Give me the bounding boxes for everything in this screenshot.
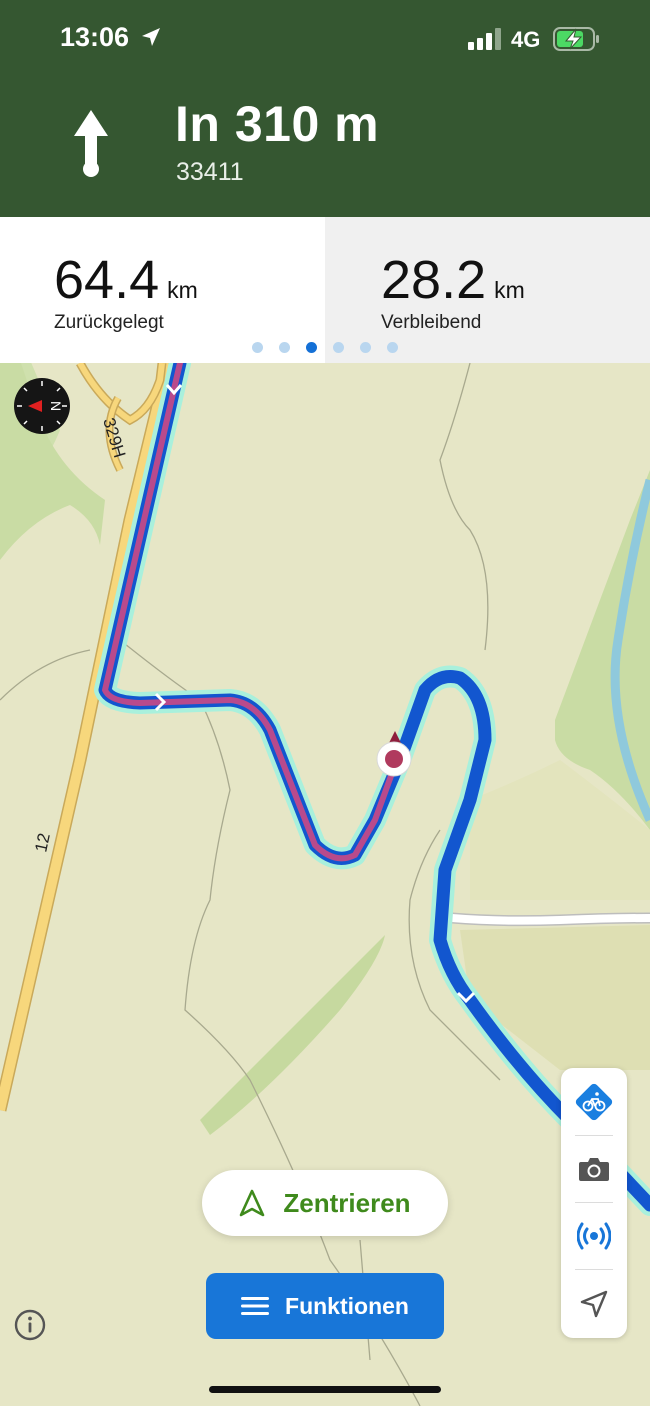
- navigation-arrow-outline-icon: [240, 1189, 265, 1217]
- road-label-12: 12: [31, 831, 54, 853]
- page-dot[interactable]: [333, 342, 344, 353]
- status-time: 13:06: [60, 22, 130, 52]
- battery-charging-icon: [553, 27, 599, 51]
- functions-button-label: Funktionen: [285, 1292, 409, 1319]
- camera-button[interactable]: [561, 1135, 627, 1202]
- location-arrow-icon: [580, 1290, 608, 1317]
- navigation-instruction[interactable]: In 310 m 33411: [0, 78, 650, 217]
- locate-me-button[interactable]: [561, 1270, 627, 1337]
- page-dot-active[interactable]: [306, 342, 317, 353]
- traveled-value: 64.4: [54, 250, 160, 310]
- center-button[interactable]: Zentrieren: [202, 1170, 448, 1236]
- camera-icon: [579, 1157, 609, 1181]
- remaining-value: 28.2: [381, 250, 487, 310]
- page-dot[interactable]: [279, 342, 290, 353]
- traveled-label: Zurückgelegt: [54, 312, 164, 333]
- compass-icon[interactable]: N: [13, 377, 71, 435]
- status-bar: 13:06 4G: [0, 0, 650, 78]
- remaining-unit: km: [494, 277, 525, 303]
- remaining-label: Verbleibend: [381, 312, 482, 333]
- live-tracking-button[interactable]: [561, 1202, 627, 1269]
- bike-mode-button[interactable]: [561, 1068, 627, 1135]
- bicycle-sign-icon: [575, 1083, 613, 1120]
- page-dot[interactable]: [252, 342, 263, 353]
- arrow-straight-icon: [74, 110, 108, 177]
- live-tracking-icon: [577, 1222, 611, 1249]
- trip-stats-pager[interactable]: 64.4 km Zurückgelegt 28.2 km Verbleibend: [0, 217, 650, 363]
- network-type: 4G: [511, 27, 541, 52]
- street-name: 33411: [176, 158, 244, 186]
- signal-bars-icon: [468, 28, 501, 50]
- traveled-unit: km: [167, 277, 198, 303]
- menu-icon: [241, 1297, 270, 1315]
- page-dot[interactable]: [360, 342, 371, 353]
- compass-north-label: N: [48, 401, 64, 411]
- maneuver-distance: In 310 m: [175, 96, 380, 152]
- functions-button[interactable]: Funktionen: [206, 1273, 444, 1339]
- page-dot[interactable]: [387, 342, 398, 353]
- stat-traveled: 64.4 km Zurückgelegt: [0, 217, 325, 363]
- center-button-label: Zentrieren: [283, 1187, 411, 1218]
- map-toolbar: [561, 1068, 627, 1338]
- stat-remaining: 28.2 km Verbleibend: [325, 217, 650, 363]
- location-arrow-icon: [142, 28, 160, 46]
- info-icon[interactable]: [14, 1309, 46, 1341]
- home-indicator[interactable]: [209, 1386, 441, 1393]
